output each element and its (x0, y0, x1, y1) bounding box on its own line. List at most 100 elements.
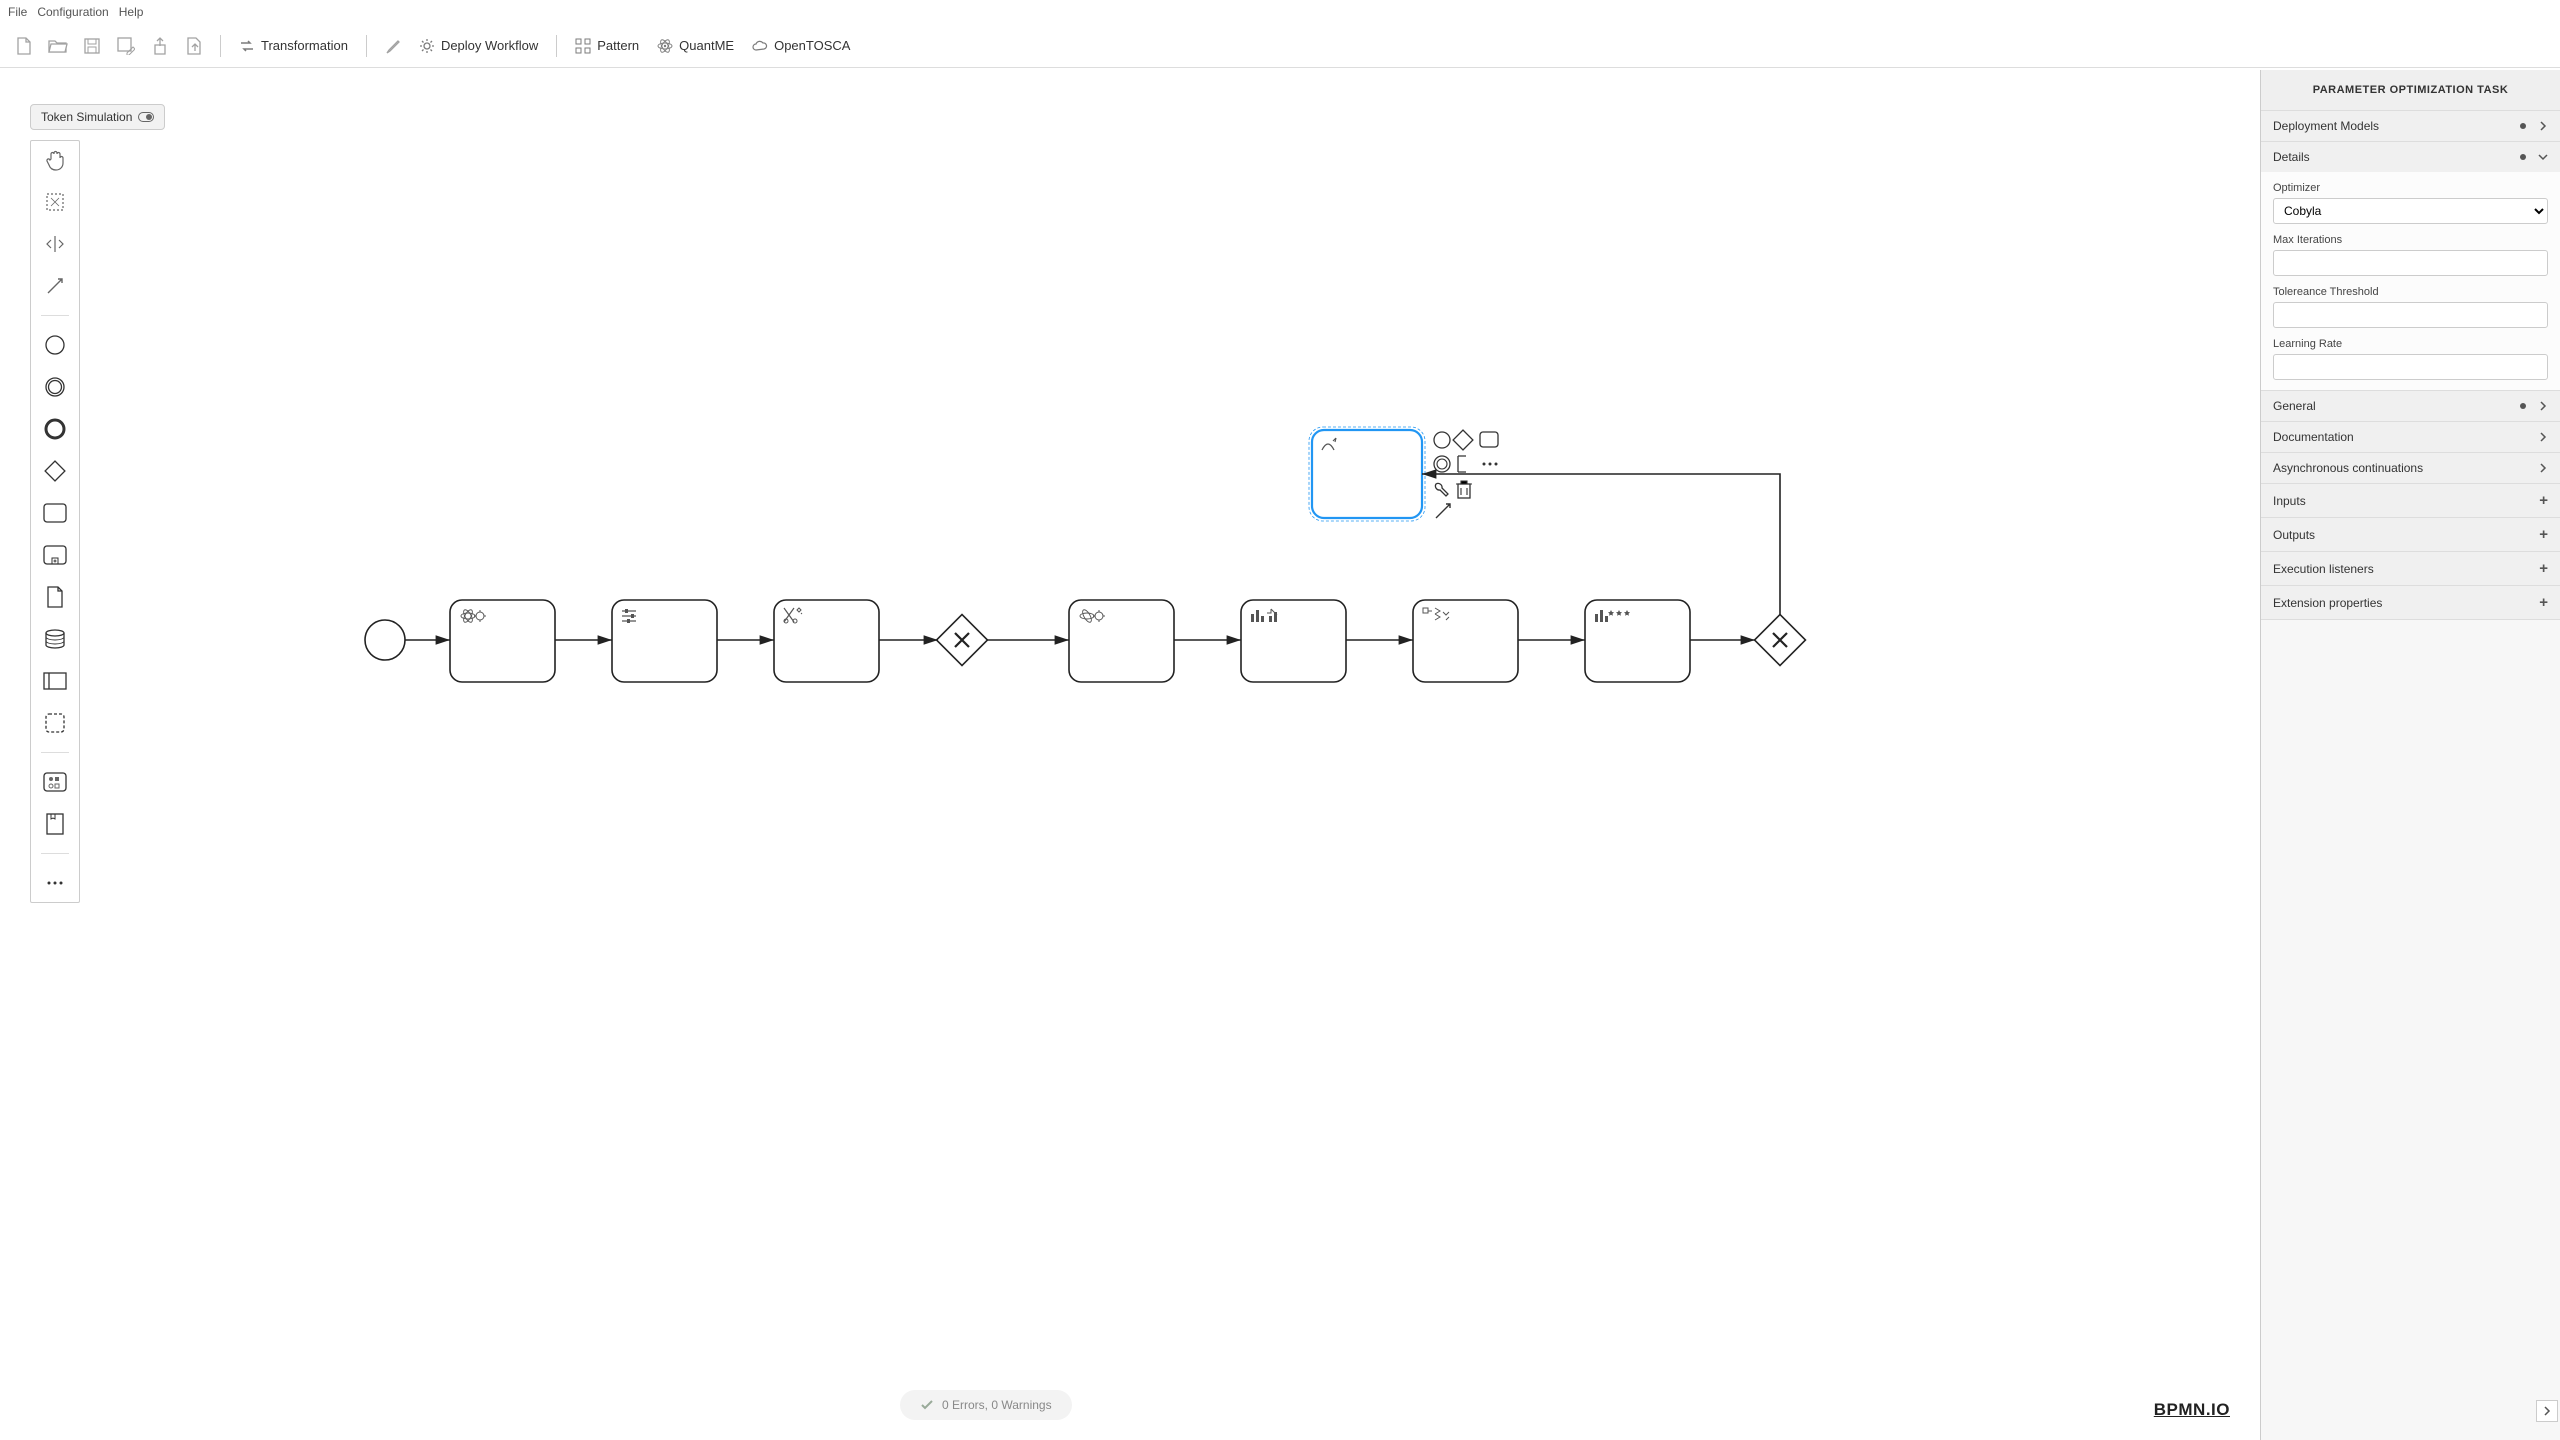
new-file-button[interactable] (10, 32, 38, 60)
opentosca-label: OpenTOSCA (774, 38, 850, 53)
dot-icon (2520, 123, 2526, 129)
chevron-right-icon (2538, 463, 2548, 473)
section-label: Inputs (2273, 494, 2306, 508)
max-iterations-label: Max Iterations (2273, 234, 2548, 246)
deploy-workflow-button[interactable]: Deploy Workflow (413, 34, 544, 58)
separator (556, 35, 557, 57)
tolerance-input[interactable] (2273, 302, 2548, 328)
save-edit-button[interactable] (112, 32, 140, 60)
start-event[interactable] (365, 620, 405, 660)
context-more-icon[interactable] (1483, 463, 1498, 466)
section-label: Details (2273, 150, 2310, 164)
transformation-label: Transformation (261, 38, 348, 53)
transformation-icon (239, 38, 255, 54)
section-label: Deployment Models (2273, 119, 2379, 133)
learning-rate-label: Learning Rate (2273, 338, 2548, 350)
details-body: Optimizer Cobyla Max Iterations Tolerean… (2261, 172, 2560, 390)
panel-collapse-button[interactable] (2536, 1400, 2558, 1422)
gear-icon (419, 38, 435, 54)
section-label: Documentation (2273, 430, 2354, 444)
menu-help[interactable]: Help (119, 5, 144, 19)
plus-icon[interactable]: + (2539, 560, 2548, 577)
save-button[interactable] (78, 32, 106, 60)
properties-title: PARAMETER OPTIMIZATION TASK (2261, 70, 2560, 111)
cloud-icon (752, 38, 768, 54)
task-1[interactable] (450, 600, 555, 682)
sliders-icon (622, 609, 636, 623)
section-label: Extension properties (2273, 596, 2382, 610)
pattern-label: Pattern (597, 38, 639, 53)
deploy-workflow-label: Deploy Workflow (441, 38, 538, 53)
chevron-down-icon (2538, 152, 2548, 162)
menubar: File Configuration Help (0, 0, 2560, 24)
section-outputs[interactable]: Outputs + (2261, 518, 2560, 551)
task-4[interactable] (1069, 600, 1174, 682)
menu-configuration[interactable]: Configuration (37, 5, 108, 19)
section-deployment-models[interactable]: Deployment Models (2261, 111, 2560, 141)
plus-icon[interactable]: + (2539, 526, 2548, 543)
quantme-label: QuantME (679, 38, 734, 53)
context-wrench-icon[interactable] (1435, 483, 1448, 496)
separator (366, 35, 367, 57)
section-label: Outputs (2273, 528, 2315, 542)
section-label: Execution listeners (2273, 562, 2374, 576)
dot-icon (2520, 154, 2526, 160)
context-append-task[interactable] (1480, 432, 1498, 447)
section-async[interactable]: Asynchronous continuations (2261, 453, 2560, 483)
learning-rate-input[interactable] (2273, 354, 2548, 380)
task-7[interactable] (1585, 600, 1690, 682)
max-iterations-input[interactable] (2273, 250, 2548, 276)
optimizer-label: Optimizer (2273, 182, 2548, 194)
section-label: General (2273, 399, 2316, 413)
plus-icon[interactable]: + (2539, 492, 2548, 509)
selected-task-parameter-optimization[interactable] (1309, 427, 1425, 521)
task-2[interactable] (612, 600, 717, 682)
section-execution-listeners[interactable]: Execution listeners + (2261, 552, 2560, 585)
dot-icon (2520, 403, 2526, 409)
opentosca-button[interactable]: OpenTOSCA (746, 34, 856, 58)
atom-icon (657, 38, 673, 54)
status-pill[interactable]: 0 Errors, 0 Warnings (900, 1390, 1072, 1420)
context-connect-icon[interactable] (1436, 504, 1450, 518)
task-5[interactable] (1241, 600, 1346, 682)
separator (220, 35, 221, 57)
quantme-button[interactable]: QuantME (651, 34, 740, 58)
tolerance-label: Tolereance Threshold (2273, 286, 2548, 298)
section-general[interactable]: General (2261, 391, 2560, 421)
pattern-button[interactable]: Pattern (569, 34, 645, 58)
context-append-gateway[interactable] (1453, 430, 1473, 450)
section-documentation[interactable]: Documentation (2261, 422, 2560, 452)
section-label: Asynchronous continuations (2273, 461, 2423, 475)
task-6[interactable] (1413, 600, 1518, 682)
optimizer-select[interactable]: Cobyla (2273, 198, 2548, 224)
properties-panel: PARAMETER OPTIMIZATION TASK Deployment M… (2260, 70, 2560, 1440)
upload-button[interactable] (146, 32, 174, 60)
pattern-icon (575, 38, 591, 54)
gateway-merge[interactable] (937, 615, 988, 666)
open-file-button[interactable] (44, 32, 72, 60)
status-text: 0 Errors, 0 Warnings (942, 1398, 1052, 1412)
chevron-right-icon (2542, 1406, 2552, 1416)
check-icon (920, 1398, 934, 1412)
context-annotation[interactable] (1458, 456, 1466, 472)
bpmn-diagram (0, 70, 2260, 1440)
toolbar: Transformation Deploy Workflow Pattern Q… (0, 24, 2560, 68)
context-delete-icon[interactable] (1456, 481, 1472, 498)
transformation-button[interactable]: Transformation (233, 34, 354, 58)
export-button[interactable] (180, 32, 208, 60)
context-append-event[interactable] (1434, 432, 1450, 448)
chevron-right-icon (2538, 401, 2548, 411)
section-inputs[interactable]: Inputs + (2261, 484, 2560, 517)
menu-file[interactable]: File (8, 5, 27, 19)
plus-icon[interactable]: + (2539, 594, 2548, 611)
context-append-intermediate[interactable] (1434, 456, 1450, 472)
chevron-right-icon (2538, 432, 2548, 442)
bpmn-io-watermark[interactable]: BPMN.IO (2154, 1400, 2230, 1420)
canvas[interactable] (0, 70, 2260, 1440)
section-details[interactable]: Details (2261, 142, 2560, 172)
chevron-right-icon (2538, 121, 2548, 131)
gateway-split[interactable] (1755, 615, 1806, 666)
task-3[interactable] (774, 600, 879, 682)
config-icon-button[interactable] (379, 32, 407, 60)
section-extension-properties[interactable]: Extension properties + (2261, 586, 2560, 619)
